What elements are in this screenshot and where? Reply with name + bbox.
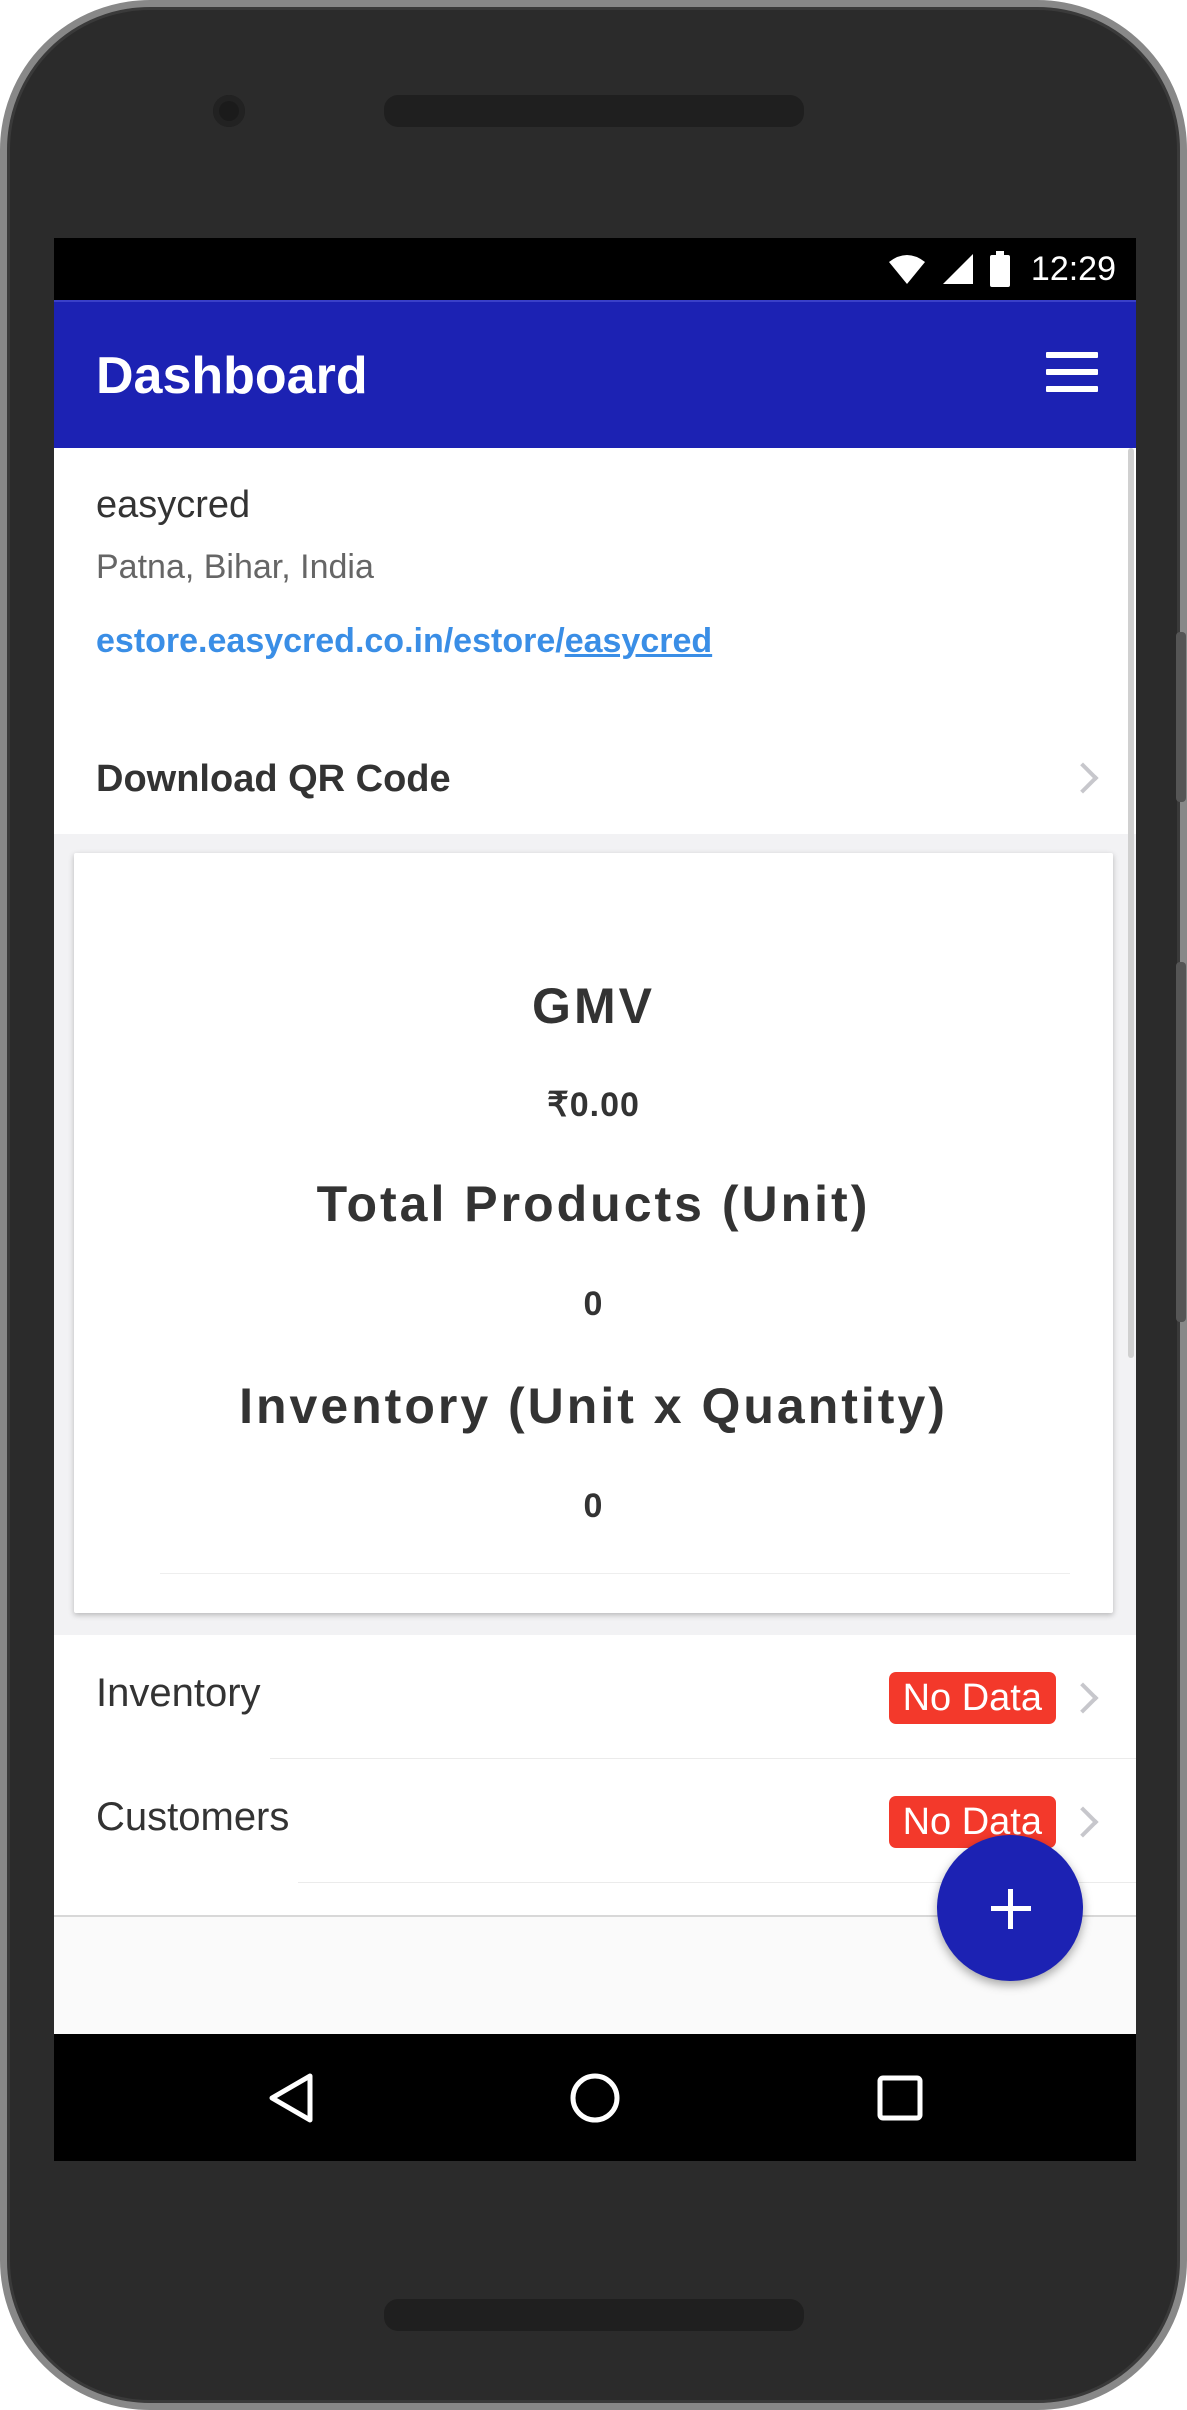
store-url-link[interactable]: estore.easycred.co.in/estore/easycred — [96, 622, 712, 661]
recents-icon — [877, 2075, 923, 2121]
page-title: Dashboard — [96, 347, 368, 405]
status-badge: No Data — [888, 1672, 1056, 1724]
store-url-slug: easycred — [564, 622, 713, 660]
hamburger-menu-icon[interactable] — [1046, 352, 1098, 392]
download-qr-code-row[interactable]: Download QR Code — [54, 724, 1136, 834]
battery-icon — [989, 251, 1010, 287]
earpiece-speaker — [384, 95, 804, 127]
total-products-label: Total Products (Unit) — [316, 1176, 871, 1232]
inventory-total-value: 0 — [583, 1487, 604, 1525]
list-item-label: Customers — [96, 1795, 290, 1839]
home-icon — [570, 2073, 620, 2123]
power-button[interactable] — [1176, 632, 1186, 802]
chevron-right-icon — [1067, 1682, 1099, 1714]
store-name: easycred — [96, 484, 251, 526]
add-fab-button[interactable] — [937, 1835, 1083, 1981]
store-url-prefix: estore.easycred.co.in/estore/ — [96, 622, 565, 660]
status-time: 12:29 — [1030, 249, 1116, 288]
camera-lens — [213, 95, 245, 127]
cell-signal-icon — [942, 254, 973, 284]
list-item-label: Inventory — [96, 1671, 261, 1715]
store-location: Patna, Bihar, India — [96, 548, 374, 586]
bottom-speaker — [384, 2299, 804, 2331]
download-qr-code-label: Download QR Code — [96, 758, 451, 800]
status-icons: 12:29 — [887, 248, 1116, 290]
dashboard-content[interactable]: easycred Patna, Bihar, India estore.easy… — [54, 448, 1136, 2034]
recents-button[interactable] — [858, 2056, 942, 2140]
stats-card: GMV ₹0.00 Total Products (Unit) 0 Invent… — [74, 853, 1113, 1613]
wifi-icon — [888, 255, 925, 284]
gmv-label: GMV — [532, 978, 655, 1034]
gmv-value: ₹0.00 — [547, 1086, 640, 1124]
total-products-value: 0 — [583, 1285, 604, 1323]
inventory-total-label: Inventory (Unit x Quantity) — [239, 1378, 948, 1434]
scrollbar[interactable] — [1128, 448, 1136, 2034]
back-button[interactable] — [250, 2056, 334, 2140]
store-info-section: easycred Patna, Bihar, India estore.easy… — [54, 448, 1136, 834]
system-nav-bar — [54, 2034, 1136, 2161]
phone-frame: 12:29 Dashboard easycred Patna, Bihar, I… — [0, 0, 1187, 2410]
list-item-inventory[interactable]: Inventory No Data — [54, 1635, 1136, 1759]
card-divider — [160, 1573, 1070, 1574]
home-button[interactable] — [553, 2056, 637, 2140]
chevron-right-icon — [1067, 1806, 1099, 1838]
chevron-right-icon — [1067, 762, 1099, 794]
volume-button[interactable] — [1176, 962, 1186, 1322]
app-bar: Dashboard — [54, 300, 1136, 448]
scrollbar-thumb[interactable] — [1128, 448, 1134, 1358]
back-icon — [269, 2073, 313, 2123]
screen: 12:29 Dashboard easycred Patna, Bihar, I… — [54, 238, 1136, 2161]
status-bar: 12:29 — [54, 238, 1136, 300]
